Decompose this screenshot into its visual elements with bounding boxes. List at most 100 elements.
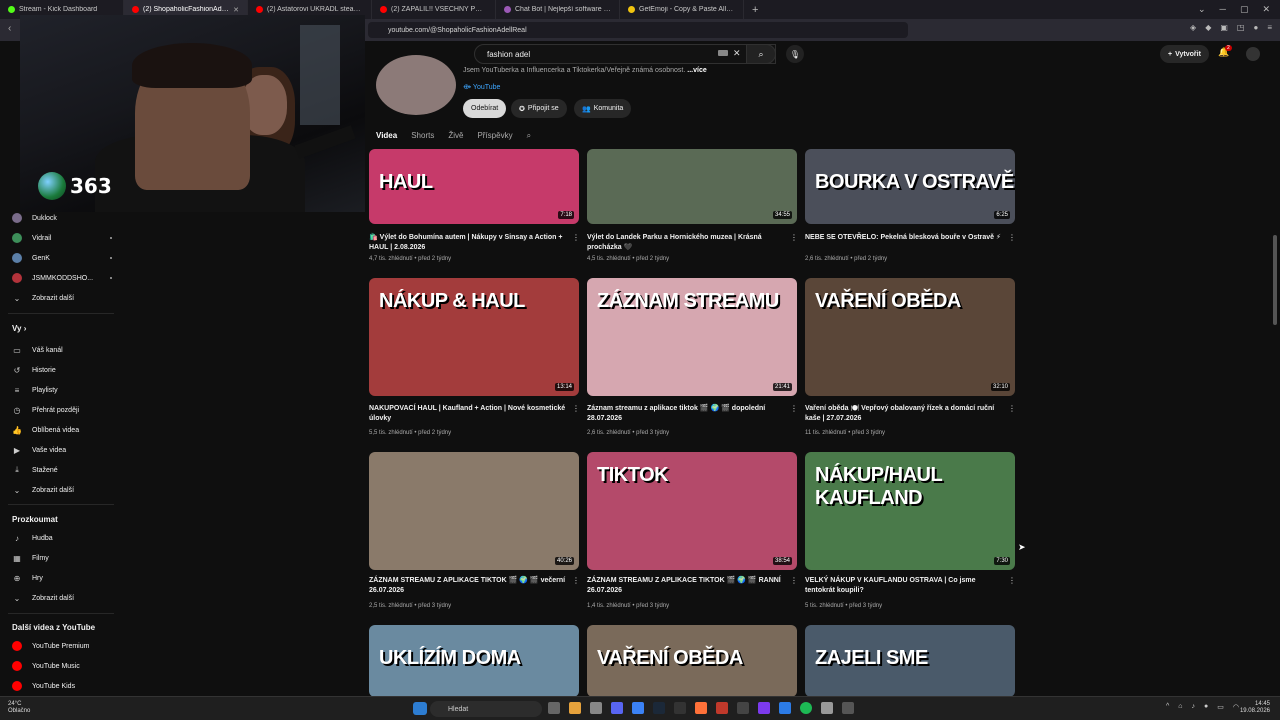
browser-tab[interactable]: (2) ZAPALIL!! VŠECHNY PO AUTA! | T [372,0,496,19]
app-icon[interactable] [779,702,791,714]
video-thumbnail[interactable]: 40:26 [369,452,579,570]
subscribe-button[interactable]: Odebírat [463,99,507,118]
tab-live[interactable]: Živě [448,131,463,141]
video-title[interactable]: Záznam streamu z aplikace tiktok 🎬 🌍 🎬 d… [587,404,787,424]
sidebar-item-your-channel[interactable]: ▭ Váš kanál [12,343,112,357]
sidebar-sub-jsmm[interactable]: JSMMKODDSHO... [12,271,112,285]
settings-icon[interactable] [842,702,854,714]
video-title[interactable]: VELKÝ NÁKUP V KAUFLANDU OSTRAVA | Co jsm… [805,576,1005,596]
voice-search-button[interactable]: 🎙 [786,45,804,63]
sidebar-item-music[interactable]: ♪ Hudba [12,531,112,545]
network-icon[interactable]: ⌂ [1178,703,1182,711]
video-thumbnail[interactable]: VAŘENÍ OBĚDA [587,625,797,697]
scrollbar[interactable] [1273,235,1277,325]
clear-search-icon[interactable]: ✕ [733,48,741,59]
discord-icon[interactable] [611,702,623,714]
more-options-icon[interactable]: ⋮ [1008,404,1016,413]
sidebar-sub-vidrail[interactable]: Vidrail [12,231,112,245]
more-options-icon[interactable]: ⋮ [790,404,798,413]
video-thumbnail[interactable]: UKLÍZÍM DOMA [369,625,579,697]
app-icon[interactable] [737,702,749,714]
sidebar-item-downloads[interactable]: ⤓ Stažené [12,463,112,477]
sidebar-item-liked[interactable]: 👍 Oblíbená videa [12,423,112,437]
video-thumbnail[interactable]: NÁKUP/HAUL KAUFLAND 7:30 [805,452,1015,570]
keyboard-icon[interactable] [718,50,728,56]
sidebar-item-your-videos[interactable]: ▶ Vaše videa [12,443,112,457]
sidebar-item-games[interactable]: ⊕ Hry [12,571,112,585]
tab-shorts[interactable]: Shorts [411,131,434,141]
video-title[interactable]: Výlet do Landek Parku a Hornického muzea… [587,233,787,253]
clock[interactable]: 14:45 19.08.2026 [1240,701,1270,715]
video-title[interactable]: ZÁZNAM STREAMU Z APLIKACE TIKTOK 🎬 🌍 🎬 R… [587,576,787,596]
video-thumbnail[interactable]: ZÁZNAM STREAMU 21:41 [587,278,797,396]
more-options-icon[interactable]: ⋮ [790,576,798,585]
video-thumbnail[interactable]: HAUL 7:18 [369,149,579,224]
video-thumbnail[interactable]: BOURKA V OSTRAVĚ 6:25 [805,149,1015,224]
more-options-icon[interactable]: ⋮ [790,233,798,242]
sidebar-item-premium[interactable]: YouTube Premium [12,639,112,653]
video-title[interactable]: NAKUPOVACÍ HAUL | Kaufland + Action | No… [369,404,569,424]
windows-start-icon[interactable] [413,702,427,715]
create-button[interactable]: + Vytvořit [1160,45,1209,63]
tab-list-icon[interactable]: ⌄ [1198,4,1206,15]
minimize-icon[interactable]: ─ [1220,4,1226,15]
sidebar-sub-duklock[interactable]: Duklock [12,211,112,225]
extension-icon[interactable]: ◈ [1190,23,1196,32]
sidebar-item-kids[interactable]: YouTube Kids [12,679,112,693]
menu-icon[interactable]: ≡ [1267,23,1272,32]
wifi-icon[interactable]: ◠ [1233,703,1239,711]
tab-posts[interactable]: Příspěvky [477,131,512,141]
search-button[interactable]: ⌕ [746,44,776,64]
app-icon[interactable] [674,702,686,714]
sidebar-show-more[interactable]: ⌄ Zobrazit další [12,291,112,305]
video-title[interactable]: ZÁZNAM STREAMU Z APLIKACE TIKTOK 🎬 🌍 🎬 v… [369,576,569,596]
sidebar-show-more[interactable]: ⌄ Zobrazit další [12,483,112,497]
maximize-icon[interactable]: ▢ [1240,4,1249,15]
join-button[interactable]: ✪ Připojit se [511,99,567,118]
sidebar-sub-genk[interactable]: GenK [12,251,112,265]
avatar[interactable] [1246,47,1260,61]
channel-description[interactable]: Jsem YouTuberka a Influencerka a Tiktoke… [463,67,707,74]
community-button[interactable]: 👥 Komunita [574,99,632,118]
steam-icon[interactable] [653,702,665,714]
video-thumbnail[interactable]: TIKTOK 38:54 [587,452,797,570]
video-title[interactable]: 🛍️ Výlet do Bohumína autem | Nákupy v Si… [369,233,569,253]
app-icon[interactable] [632,702,644,714]
more-options-icon[interactable]: ⋮ [572,233,580,242]
close-window-icon[interactable]: ✕ [1262,4,1270,15]
channel-avatar-large[interactable] [376,55,456,115]
sidebar-item-playlists[interactable]: ≡ Playlisty [12,383,112,397]
extension-icon[interactable]: ◆ [1205,23,1211,32]
sidebar-item-watch-later[interactable]: ◷ Přehrát později [12,403,112,417]
channel-link[interactable]: ⟴ YouTube [463,83,500,91]
app-icon[interactable] [758,702,770,714]
sidebar-heading-you[interactable]: Vy › [12,324,26,333]
tab-videos[interactable]: Videa [376,131,397,141]
sidebar-item-movies[interactable]: ▦ Filmy [12,551,112,565]
volume-icon[interactable]: ♪ [1192,703,1196,711]
app-icon[interactable] [821,702,833,714]
browser-tab[interactable]: GetEmoji - Copy & Paste All Emojis [620,0,744,19]
url-field[interactable]: youtube.com/@ShopaholicFashionAdellReal [368,22,908,38]
more-options-icon[interactable]: ⋮ [572,404,580,413]
close-tab-icon[interactable]: ✕ [233,6,239,14]
back-icon[interactable]: ‹ [8,23,11,34]
browser-tab[interactable]: Chat Bot | Nejlepší software pro vyto [496,0,620,19]
more-options-icon[interactable]: ⋮ [572,576,580,585]
video-title[interactable]: Vaření oběda 🍽️ Vepřový obalovaný řízek … [805,404,1005,424]
video-thumbnail[interactable]: 34:55 [587,149,797,224]
store-icon[interactable] [590,702,602,714]
account-icon[interactable]: ● [1253,23,1258,32]
search-channel-icon[interactable]: ⌕ [527,131,531,141]
video-title[interactable]: NEBE SE OTEVŘELO: Pekelná blesková bouře… [805,233,1005,243]
spotify-icon[interactable] [800,702,812,714]
sidebar-icon[interactable]: ▣ [1220,23,1228,32]
video-thumbnail[interactable]: ZAJELI SME [805,625,1015,697]
task-view-icon[interactable] [548,702,560,714]
weather-widget[interactable]: 24°C Oblačno [8,701,30,715]
mic-tray-icon[interactable]: ● [1204,703,1208,711]
sidebar-item-history[interactable]: ↺ Historie [12,363,112,377]
taskbar-search[interactable]: Hledat [430,701,542,717]
screenshot-icon[interactable]: ◳ [1237,23,1245,32]
video-thumbnail[interactable]: VAŘENÍ OBĚDA 32:10 [805,278,1015,396]
